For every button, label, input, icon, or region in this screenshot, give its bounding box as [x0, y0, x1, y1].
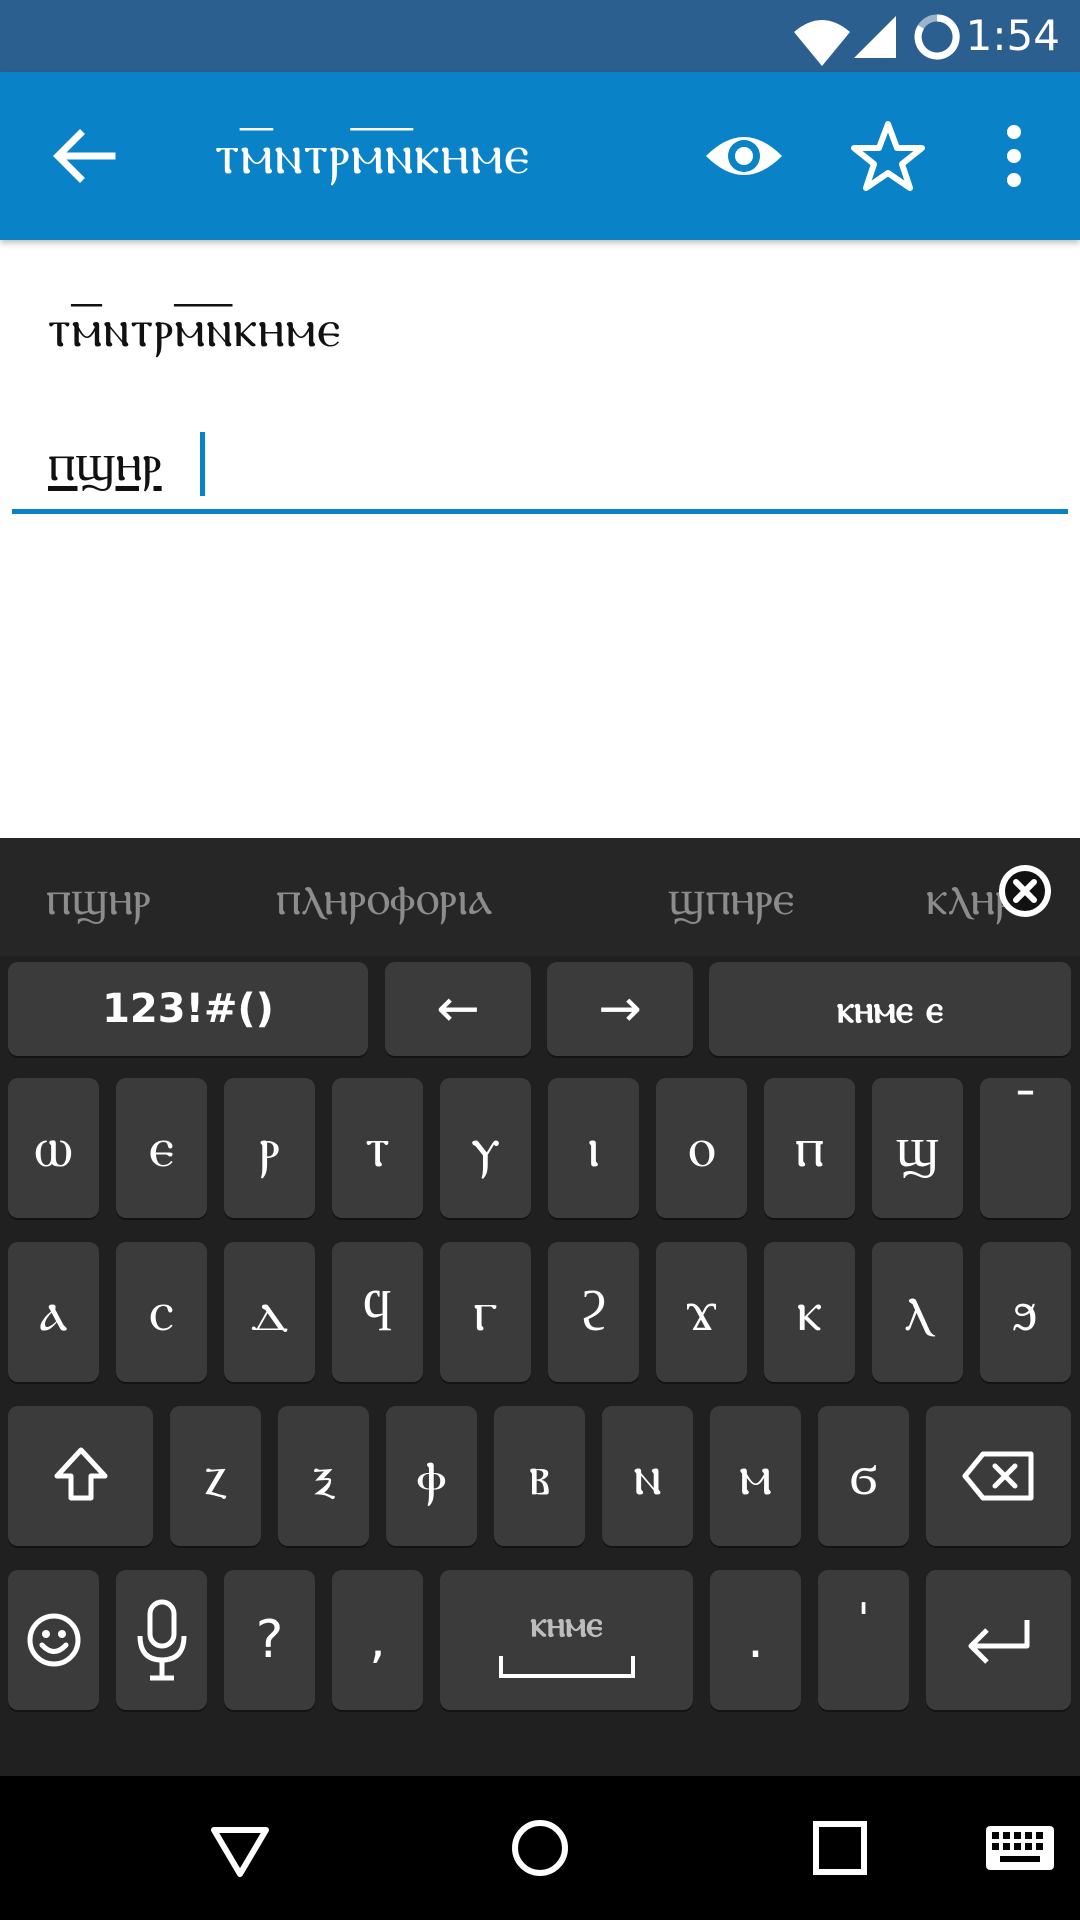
key-dalda[interactable]: ⲇ [224, 1242, 315, 1382]
space-bar-icon [498, 1656, 635, 1678]
emoji-icon [27, 1613, 80, 1667]
home-circle-icon[interactable] [500, 1808, 580, 1888]
signal-icon [854, 16, 896, 58]
soft-keyboard: ⲡϣⲏⲣ ⲡⲗⲏⲣⲟⲫⲟⲣⲓⲁ ϣⲡⲏⲣⲉ ⲕⲗⲏⲣⲟ 123!#() ← → … [0, 838, 1080, 1776]
edit-field-underline [12, 509, 1068, 514]
suggestion-2[interactable]: ⲡⲗⲏⲣⲟⲫⲟⲣⲓⲁ [276, 868, 492, 928]
enter-key[interactable] [926, 1570, 1071, 1710]
key-hori[interactable]: ϩ [548, 1242, 639, 1382]
space-key[interactable]: ⲕⲏⲙⲉ [440, 1570, 693, 1710]
key-omega[interactable]: ⲱ [8, 1078, 99, 1218]
edit-field-text[interactable]: ⲡϣⲏⲣ [48, 432, 162, 494]
key-phi[interactable]: ⲫ [386, 1406, 477, 1546]
eye-icon[interactable] [700, 112, 788, 200]
key-vida[interactable]: ⲃ [494, 1406, 585, 1546]
sync-icon [914, 14, 960, 60]
recents-square-icon[interactable] [800, 1808, 880, 1888]
suggestion-strip: ⲡϣⲏⲣ ⲡⲗⲏⲣⲟⲫⲟⲣⲓⲁ ϣⲡⲏⲣⲉ ⲕⲗⲏⲣⲟ [0, 838, 1080, 956]
key-iota[interactable]: ⲓ [548, 1078, 639, 1218]
key-tau[interactable]: ⲧ [332, 1078, 423, 1218]
navigation-bar [0, 1776, 1080, 1920]
key-khei[interactable]: ϧ [980, 1242, 1071, 1382]
star-icon[interactable] [844, 112, 932, 200]
key-sima[interactable]: ⲥ [116, 1242, 207, 1382]
key-rho[interactable]: ⲣ [224, 1078, 315, 1218]
wifi-icon [794, 20, 850, 66]
key-lambda[interactable]: ⲗ [872, 1242, 963, 1382]
edit-field[interactable]: ⲡϣⲏⲣ [12, 410, 1068, 514]
key-macron[interactable]: ¯ [980, 1078, 1071, 1218]
back-triangle-icon[interactable] [200, 1808, 280, 1888]
key-mi[interactable]: ⲙ [710, 1406, 801, 1546]
keyboard-switch-icon[interactable] [980, 1808, 1060, 1888]
question-key[interactable]: ? [224, 1570, 315, 1710]
app-bar: ⲧⲙ̅ⲛⲧⲣⲙ̅ⲛ̅ⲕⲏⲙⲉ [0, 72, 1080, 240]
status-time: 1:54 [965, 11, 1060, 60]
cursor-left-key[interactable]: ← [385, 962, 531, 1056]
emoji-key[interactable] [8, 1570, 99, 1710]
back-arrow-icon[interactable] [40, 112, 128, 200]
key-pi[interactable]: ⲡ [764, 1078, 855, 1218]
key-janja[interactable]: ϫ [656, 1242, 747, 1382]
entry-word: ⲧⲙ̅ⲛⲧⲣⲙ̅ⲛ̅ⲕⲏⲙⲉ [48, 299, 342, 359]
key-ni[interactable]: ⲛ [602, 1406, 693, 1546]
key-kappa[interactable]: ⲕ [764, 1242, 855, 1382]
key-omicron[interactable]: ⲟ [656, 1078, 747, 1218]
language-key[interactable]: ⲕⲏⲙⲉ ⲉ [709, 962, 1071, 1056]
overflow-menu-icon[interactable] [970, 112, 1058, 200]
key-ksi[interactable]: ⲝ [278, 1406, 369, 1546]
page-title: ⲧⲙ̅ⲛⲧⲣⲙ̅ⲛ̅ⲕⲏⲙⲉ [215, 122, 531, 187]
microphone-icon [137, 1599, 186, 1681]
key-zeta[interactable]: ⲍ [170, 1406, 261, 1546]
backspace-key[interactable] [926, 1406, 1071, 1546]
key-alpha[interactable]: ⲁ [8, 1242, 99, 1382]
backspace-icon [962, 1451, 1033, 1501]
text-cursor [200, 432, 205, 496]
apostrophe-key[interactable]: ' [818, 1570, 909, 1710]
suggestion-1[interactable]: ⲡϣⲏⲣ [46, 868, 151, 928]
key-shai[interactable]: ϣ [872, 1078, 963, 1218]
key-shima[interactable]: ϭ [818, 1406, 909, 1546]
key-upsilon[interactable]: ⲩ [440, 1078, 531, 1218]
comma-key[interactable]: , [332, 1570, 423, 1710]
enter-icon [968, 1620, 1029, 1664]
shift-key[interactable] [8, 1406, 153, 1546]
voice-input-key[interactable] [116, 1570, 207, 1710]
key-epsilon[interactable]: ⲉ [116, 1078, 207, 1218]
close-suggestions-icon[interactable] [996, 862, 1054, 920]
status-bar: 1:54 [0, 0, 1080, 72]
period-key[interactable]: . [710, 1570, 801, 1710]
symbols-key[interactable]: 123!#() [8, 962, 368, 1056]
cursor-right-key[interactable]: → [547, 962, 693, 1056]
key-gamma[interactable]: ⲅ [440, 1242, 531, 1382]
key-fai[interactable]: ϥ [332, 1242, 423, 1382]
suggestion-3[interactable]: ϣⲡⲏⲣⲉ [668, 868, 794, 928]
shift-icon [54, 1447, 107, 1501]
